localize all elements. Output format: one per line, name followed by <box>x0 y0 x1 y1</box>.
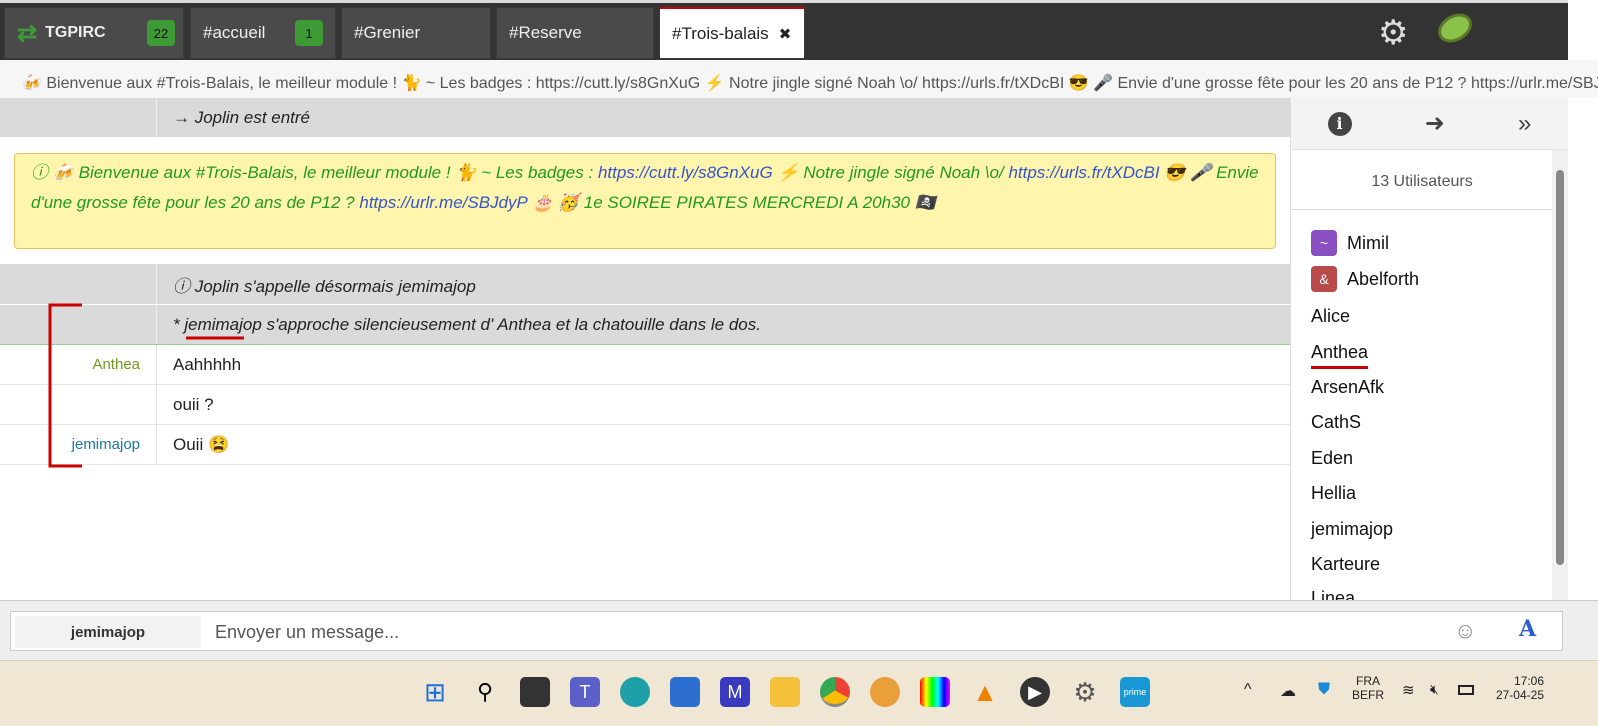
tab-label: #Trois-balais <box>672 23 769 43</box>
scrollbar-thumb[interactable] <box>1556 170 1564 565</box>
photo-app-icon[interactable] <box>920 677 950 707</box>
user-item[interactable]: Alice <box>1311 306 1350 327</box>
user-count: 13 Utilisateurs <box>1371 173 1473 190</box>
unread-badge: 1 <box>295 20 323 46</box>
tab-server[interactable]: ⇄ TGPIRC 22 <box>4 7 184 59</box>
chat-messages: → Joplin est entré ⓘ 🍻 Bienvenue aux #Tr… <box>0 98 1290 600</box>
red-annotation-bracket <box>48 303 244 468</box>
user-name: ArsenAfk <box>1311 377 1385 397</box>
language-indicator[interactable]: FRA BEFR <box>1352 674 1384 702</box>
user-mode-badge: ~ <box>1311 230 1337 256</box>
topic-link[interactable]: https://cutt.ly/s8GnXuG <box>598 163 773 182</box>
user-item[interactable]: CathS <box>1311 412 1361 433</box>
user-item[interactable]: Anthea <box>1311 342 1369 369</box>
user-name: Eden <box>1311 448 1354 468</box>
user-item[interactable]: ~ Mimil <box>1311 230 1389 256</box>
message-input[interactable] <box>215 616 1415 648</box>
edge-icon[interactable] <box>620 677 650 707</box>
time: 17:06 <box>1513 674 1544 688</box>
defender-icon[interactable]: ⛊ <box>1318 681 1330 699</box>
topic-text: ⚡ Notre jingle signé Noah \o/ <box>772 163 1009 182</box>
muted-speaker-icon[interactable]: 🔇︎ <box>1430 681 1439 698</box>
tab-label: #Grenier <box>354 23 421 42</box>
wifi-icon[interactable]: ≋ <box>1402 681 1415 699</box>
tab-grenier[interactable]: #Grenier <box>341 7 491 59</box>
tab-accueil[interactable]: #accueil 1 <box>190 7 336 59</box>
user-name: Karteure <box>1311 554 1381 574</box>
user-mode-badge: & <box>1311 266 1337 292</box>
task-view-icon[interactable] <box>520 677 550 707</box>
user-name: Hellia <box>1311 483 1357 503</box>
date: 27-04-25 <box>1495 688 1544 702</box>
user-item[interactable]: ArsenAfk <box>1311 377 1384 398</box>
user-name: jemimajop <box>1311 519 1394 539</box>
info-icon[interactable]: i <box>1327 111 1352 136</box>
user-item[interactable]: jemimajop <box>1311 519 1393 540</box>
onedrive-icon[interactable]: ☁ <box>1280 681 1296 701</box>
tab-trois-balais[interactable]: #Trois-balais ✖ <box>659 7 805 59</box>
topic-link[interactable]: https://urls.fr/tXDcBI <box>1008 163 1159 182</box>
tray-chevron-icon[interactable]: ^ <box>1244 681 1252 699</box>
media-player-icon[interactable]: ▶ <box>1020 677 1050 707</box>
tab-reserve[interactable]: #Reserve <box>496 7 654 59</box>
user-item[interactable]: Linea <box>1311 588 1355 600</box>
clock[interactable]: 17:06 27-04-25 <box>1494 674 1544 702</box>
file-explorer-icon[interactable] <box>770 677 800 707</box>
user-name: Anthea <box>1311 342 1369 369</box>
topic-link[interactable]: https://urlr.me/SBJdyP <box>359 193 527 212</box>
user-list-panel: i ➜ » 13 Utilisateurs ~ Mimil & Abelforth Al… <box>1290 98 1568 600</box>
vlc-icon[interactable]: ▲ <box>970 677 1000 707</box>
topic-text: 🎂 🥳 1e SOIREE PIRATES MERCREDI A 20h30 🏴… <box>527 193 936 212</box>
user-name: Mimil <box>1347 232 1389 253</box>
leave-channel-icon[interactable]: ➜ <box>1425 109 1445 138</box>
prime-video-icon[interactable]: prime <box>1120 677 1150 707</box>
user-name: Linea <box>1311 588 1356 600</box>
topic-bar: 🍻 Bienvenue aux #Trois-Balais, le meille… <box>0 60 1598 98</box>
server-swap-icon: ⇄ <box>17 19 38 47</box>
keyboard-layout: BEFR <box>1352 688 1385 702</box>
text-format-icon[interactable]: A <box>1519 616 1536 642</box>
user-item[interactable]: & Abelforth <box>1311 266 1419 292</box>
user-item[interactable]: Hellia <box>1311 483 1356 504</box>
collapse-sidebar-icon[interactable]: » <box>1518 110 1531 138</box>
windows-start-icon[interactable]: ⊞ <box>420 677 450 707</box>
settings-icon[interactable]: ⚙ <box>1070 677 1100 707</box>
user-name: Abelforth <box>1347 268 1420 289</box>
user-item[interactable]: Karteure <box>1311 554 1380 575</box>
battery-icon[interactable] <box>1458 685 1474 695</box>
app-icon[interactable]: M <box>720 677 750 707</box>
store-icon[interactable] <box>670 677 700 707</box>
settings-gears-icon[interactable]: ⚙ <box>1378 13 1408 53</box>
emoji-picker-icon[interactable]: ☺ <box>1454 618 1476 644</box>
tab-label: #Reserve <box>509 23 582 42</box>
windows-taskbar: ⊞ ⚲ T M ▲ ▶ ⚙ prime ^ ☁ ⛊ FRA BEFR ≋ 🔇︎ 1… <box>0 660 1598 726</box>
paint-icon[interactable] <box>870 677 900 707</box>
user-name: Alice <box>1311 306 1351 326</box>
unread-badge: 22 <box>147 20 175 46</box>
teams-icon[interactable]: T <box>570 677 600 707</box>
tab-label: #accueil <box>203 23 266 42</box>
tab-bar: ⇄ TGPIRC 22 #accueil 1 #Grenier #Reserve #T… <box>0 0 1568 60</box>
user-name: CathS <box>1311 412 1362 432</box>
chrome-icon[interactable] <box>820 677 850 707</box>
current-nick-button[interactable]: jemimajop <box>15 616 201 648</box>
user-item[interactable]: Eden <box>1311 448 1353 469</box>
close-tab-icon[interactable]: ✖ <box>779 25 792 43</box>
search-icon[interactable]: ⚲ <box>470 677 500 707</box>
user-list-scrollbar[interactable] <box>1552 150 1568 600</box>
kiwi-logo-icon <box>1432 7 1478 49</box>
lang-code: FRA <box>1356 674 1380 688</box>
input-bar: jemimajop ☺ A <box>0 600 1598 660</box>
